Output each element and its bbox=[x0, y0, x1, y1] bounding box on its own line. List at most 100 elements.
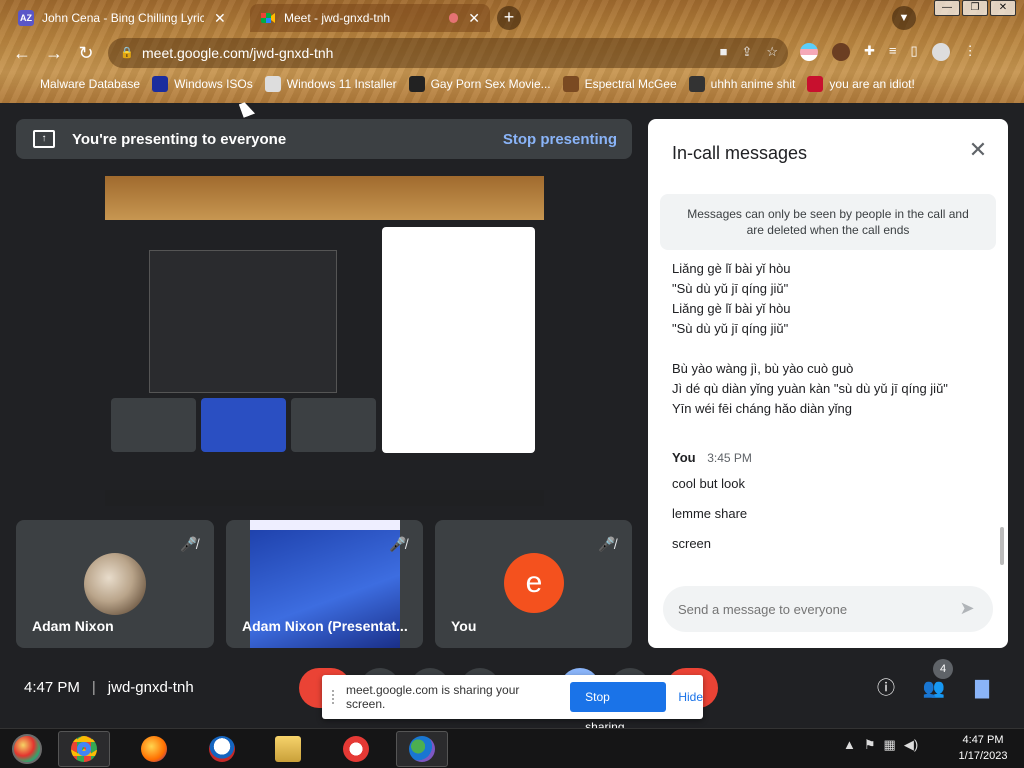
hide-button[interactable]: Hide bbox=[678, 690, 703, 704]
bookmark-item[interactable]: Gay Porn Sex Movie... bbox=[408, 76, 551, 92]
message-input-container: ➤ bbox=[663, 586, 993, 632]
bookmark-item[interactable]: you are an idiot! bbox=[807, 76, 915, 92]
message-time: 3:45 PM bbox=[707, 451, 752, 465]
tab-title: Meet - jwd-gnxd-tnh bbox=[284, 11, 391, 25]
volume-icon[interactable]: ◀) bbox=[904, 737, 918, 753]
preview-chat-panel bbox=[382, 227, 535, 453]
puzzle-extensions-icon[interactable]: ✚ bbox=[864, 43, 875, 61]
reload-icon[interactable]: ↻ bbox=[74, 41, 98, 65]
menu-kebab-icon[interactable]: ⋮ bbox=[964, 43, 977, 61]
campaign-logo-icon bbox=[209, 736, 235, 762]
preview-tile bbox=[291, 398, 376, 452]
chat-scrollbar[interactable] bbox=[1000, 527, 1004, 565]
x-logo-icon bbox=[152, 76, 169, 92]
share-icon[interactable]: ⇪ bbox=[741, 44, 752, 60]
taskbar-clock[interactable]: 4:47 PM 1/17/2023 bbox=[948, 732, 1018, 764]
drag-handle[interactable] bbox=[332, 690, 336, 704]
media-queue-icon[interactable]: ≡ bbox=[889, 43, 897, 61]
people-icon[interactable]: 👥 bbox=[922, 676, 946, 700]
lock-icon: 🔒 bbox=[120, 47, 134, 59]
back-arrow-icon[interactable]: ← bbox=[10, 41, 34, 65]
minimize-button[interactable]: — bbox=[934, 0, 960, 16]
info-icon[interactable]: ⓘ bbox=[874, 676, 898, 700]
flag-icon[interactable]: ⚑ bbox=[864, 737, 876, 753]
preview-tile bbox=[201, 398, 286, 452]
chat-title: In-call messages bbox=[672, 143, 808, 163]
participant-tile[interactable]: 🎤̸ Adam Nixon bbox=[16, 520, 214, 648]
tab-lyrics[interactable]: AZ John Cena - Bing Chilling Lyrics | ✕ bbox=[8, 4, 248, 32]
az-favicon-icon: AZ bbox=[18, 10, 34, 26]
message-input[interactable] bbox=[678, 598, 948, 620]
scissors-icon bbox=[343, 736, 369, 762]
preview-meet bbox=[105, 220, 544, 490]
message-line: screen bbox=[672, 536, 712, 551]
tab-search-chevron-icon[interactable]: ▼ bbox=[892, 6, 916, 30]
share-banner-text: meet.google.com is sharing your screen. bbox=[345, 683, 520, 711]
tab-meet[interactable]: Meet - jwd-gnxd-tnh ✕ bbox=[250, 4, 490, 32]
participant-tile[interactable]: e 🎤̸ You bbox=[435, 520, 632, 648]
start-button[interactable] bbox=[4, 731, 50, 767]
clock-time: 4:47 PM bbox=[962, 734, 1004, 746]
chat-icon[interactable]: ▇ bbox=[970, 676, 994, 700]
chrome-icon bbox=[71, 736, 97, 762]
obama-logo-taskbar-button[interactable] bbox=[196, 731, 248, 767]
flag-extension-icon[interactable] bbox=[800, 43, 818, 61]
send-icon[interactable]: ➤ bbox=[955, 596, 979, 620]
stop-sharing-button[interactable]: Stop sharing bbox=[570, 682, 667, 734]
message-line: Liǎng gè lǐ bài yǐ hòu bbox=[672, 301, 791, 316]
preview-taskbar bbox=[105, 490, 544, 506]
avatar-extension-icon[interactable] bbox=[832, 43, 850, 61]
bookmark-star-icon[interactable]: ☆ bbox=[766, 44, 778, 60]
network-icon[interactable]: ▦ bbox=[884, 737, 896, 753]
address-bar[interactable]: 🔒 meet.google.com/jwd-gnxd-tnh ■ ⇪ ☆ bbox=[108, 38, 788, 68]
meeting-time: 4:47 PM bbox=[24, 679, 80, 696]
side-panel-icon[interactable]: ▯ bbox=[911, 43, 918, 61]
folder-icon bbox=[275, 736, 301, 762]
tab-strip: AZ John Cena - Bing Chilling Lyrics | ✕ … bbox=[0, 0, 1024, 35]
bookmark-item[interactable]: Espectral McGee bbox=[562, 76, 677, 92]
participant-name: Adam Nixon bbox=[32, 618, 114, 634]
clock-date: 1/17/2023 bbox=[958, 750, 1008, 762]
forward-arrow-icon[interactable]: → bbox=[42, 41, 66, 65]
firefox-icon bbox=[141, 736, 167, 762]
snipping-tool-taskbar-button[interactable] bbox=[330, 731, 382, 767]
chat-messages: Liǎng gè lǐ bài yǐ hòu "Sù dù yǔ jī qíng… bbox=[672, 259, 992, 579]
screen-share-preview bbox=[105, 176, 544, 506]
show-hidden-icons-icon[interactable]: ▲ bbox=[843, 737, 856, 753]
mic-off-icon: 🎤̸ bbox=[180, 536, 198, 552]
system-tray: ▲ ⚑ ▦ ◀) bbox=[843, 737, 918, 753]
bookmark-item[interactable]: uhhh anime shit bbox=[688, 76, 795, 92]
site-favicon-icon bbox=[562, 76, 579, 92]
preview-nested-screen bbox=[149, 250, 337, 393]
explorer-taskbar-button[interactable] bbox=[262, 731, 314, 767]
bookmark-item[interactable]: Windows ISOs bbox=[152, 76, 253, 92]
stop-presenting-button[interactable]: Stop presenting bbox=[503, 131, 617, 148]
browser-chrome: AZ John Cena - Bing Chilling Lyrics | ✕ … bbox=[0, 0, 1024, 103]
messenger-taskbar-button[interactable] bbox=[396, 731, 448, 767]
participant-name: You bbox=[451, 618, 477, 634]
camera-icon[interactable]: ■ bbox=[720, 44, 728, 60]
screen-share-banner: meet.google.com is sharing your screen. … bbox=[322, 675, 703, 734]
sender-name: You bbox=[672, 450, 696, 465]
bookmarks-bar: Malware Database Windows ISOs Windows 11… bbox=[0, 73, 1024, 95]
browser-toolbar: ← → ↻ 🔒 meet.google.com/jwd-gnxd-tnh ■ ⇪… bbox=[0, 37, 1024, 69]
close-window-button[interactable]: ✕ bbox=[990, 0, 1016, 16]
close-tab-icon[interactable]: ✕ bbox=[468, 10, 480, 27]
profile-icon[interactable] bbox=[931, 43, 950, 61]
page-icon bbox=[264, 76, 281, 92]
meet-stage: ↑ You're presenting to everyone Stop pre… bbox=[0, 103, 1024, 734]
maximize-button[interactable]: ❐ bbox=[962, 0, 988, 16]
close-tab-icon[interactable]: ✕ bbox=[214, 10, 226, 27]
new-tab-button[interactable]: + bbox=[497, 6, 521, 30]
firefox-taskbar-button[interactable] bbox=[128, 731, 180, 767]
site-favicon-icon bbox=[408, 76, 425, 92]
bookmark-item[interactable]: Windows 11 Installer bbox=[264, 76, 397, 92]
site-favicon-icon bbox=[688, 76, 705, 92]
chrome-taskbar-button[interactable] bbox=[58, 731, 110, 767]
flag-icon bbox=[807, 76, 824, 92]
participant-name: Adam Nixon (Presentat... bbox=[242, 618, 408, 634]
omnibox-actions: ■ ⇪ ☆ bbox=[720, 44, 778, 60]
participant-tile[interactable]: 🎤̸ Adam Nixon (Presentat... bbox=[226, 520, 423, 648]
close-icon[interactable]: ✕ bbox=[966, 138, 990, 162]
bookmark-item[interactable]: Malware Database bbox=[18, 76, 140, 92]
